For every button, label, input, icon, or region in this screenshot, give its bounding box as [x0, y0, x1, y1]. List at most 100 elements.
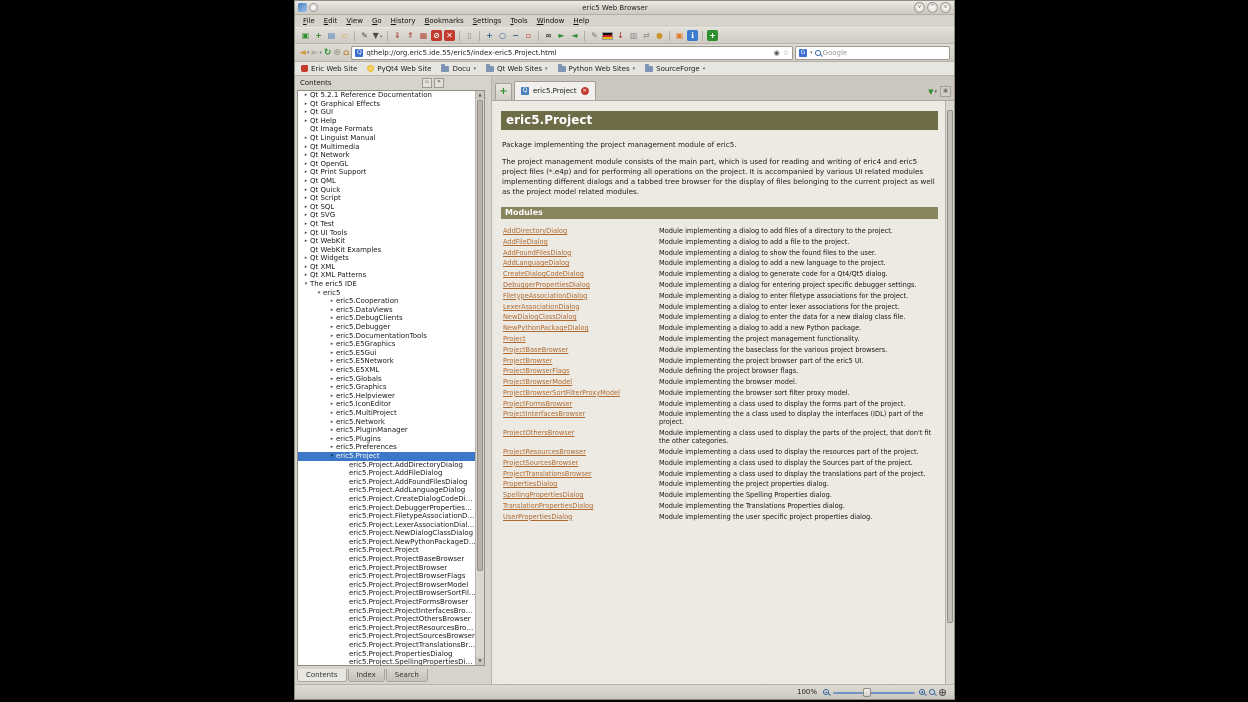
home-button[interactable]: ⌂	[343, 48, 349, 58]
tree-item[interactable]: eric5.Project.ProjectBaseBrowser	[298, 555, 476, 564]
tree-item[interactable]: ▸eric5.MultiProject	[298, 409, 476, 418]
tree-item[interactable]: ▸eric5.Graphics	[298, 383, 476, 392]
module-link-projectbrowserflags[interactable]: ProjectBrowserFlags	[503, 367, 659, 375]
print-icon[interactable]: ▦	[418, 30, 429, 41]
tree-item[interactable]: ▸Qt Script	[298, 194, 476, 203]
module-link-addlanguagedialog[interactable]: AddLanguageDialog	[503, 259, 659, 267]
maximize-button[interactable]: ^	[927, 2, 938, 13]
tree-item[interactable]: eric5.Project.PropertiesDialog	[298, 650, 476, 659]
tree-item[interactable]: ▸eric5.Debugger	[298, 323, 476, 332]
expand-icon[interactable]: ▸	[302, 229, 310, 238]
bookmark-eric-web-site[interactable]: Eric Web Site	[301, 65, 357, 73]
tree-item[interactable]: Qt WebKit Examples	[298, 246, 476, 255]
zoom-reset-icon[interactable]	[929, 689, 935, 695]
tree-item[interactable]: eric5.Project.SpellingPropertiesDialog	[298, 658, 476, 666]
expand-icon[interactable]: ▸	[328, 357, 336, 366]
module-link-lexerassociationdialog[interactable]: LexerAssociationDialog	[503, 303, 659, 311]
expand-icon[interactable]: ▸	[302, 108, 310, 117]
tree-item[interactable]: ▸Qt Widgets	[298, 254, 476, 263]
module-link-filetypeassociationdialog[interactable]: FiletypeAssociationDialog	[503, 292, 659, 300]
zoom-slider[interactable]	[833, 688, 915, 697]
fullscreen-icon[interactable]	[939, 689, 946, 696]
expand-icon[interactable]: ▸	[328, 366, 336, 375]
tree-item[interactable]: ▸Qt Graphical Effects	[298, 100, 476, 109]
window-menu-icon[interactable]	[309, 3, 318, 12]
module-link-projectbrowsersortfilterproxymodel[interactable]: ProjectBrowserSortFilterProxyModel	[503, 389, 659, 397]
expand-icon[interactable]: ▸	[328, 332, 336, 341]
search-input[interactable]	[823, 49, 946, 57]
forward-button[interactable]: ► ▾	[311, 48, 321, 58]
new-tab-icon[interactable]: +	[313, 30, 324, 41]
chevron-down-icon[interactable]: ▾	[307, 50, 310, 56]
expand-icon[interactable]: ▸	[302, 134, 310, 143]
url-input[interactable]	[366, 49, 770, 57]
zoom-in-icon[interactable]: +	[484, 30, 495, 41]
tree-item[interactable]: eric5.Project.Project	[298, 546, 476, 555]
module-link-userpropertiesdialog[interactable]: UserPropertiesDialog	[503, 513, 659, 521]
zoom-out-icon[interactable]: −	[510, 30, 521, 41]
tree-item[interactable]: ▸Qt Print Support	[298, 168, 476, 177]
scroll-down-icon[interactable]: ▼	[476, 657, 484, 665]
stop-button[interactable]: ⊗	[333, 48, 341, 58]
tree-scrollbar-thumb[interactable]	[477, 100, 483, 571]
tree-item[interactable]: ▸Qt SVG	[298, 211, 476, 220]
adblock-icon[interactable]: +	[707, 30, 718, 41]
tree-item[interactable]: eric5.Project.ProjectTranslationsBrowser	[298, 641, 476, 650]
minimize-button[interactable]: v	[914, 2, 925, 13]
menu-item-tools[interactable]: Tools	[506, 16, 531, 26]
chevron-down-icon[interactable]: ▾	[810, 50, 813, 56]
bookmark-star-icon[interactable]: ☆	[783, 49, 789, 57]
expand-icon[interactable]: ▸	[302, 271, 310, 280]
tree-item[interactable]: ▸eric5.DebugClients	[298, 314, 476, 323]
tree-item[interactable]: ▸Qt UI Tools	[298, 229, 476, 238]
menu-item-history[interactable]: History	[387, 16, 420, 26]
expand-icon[interactable]: ▸	[302, 194, 310, 203]
bookmark-docu[interactable]: Docu▾	[441, 65, 475, 73]
tree-item[interactable]: ▸eric5.PluginManager	[298, 426, 476, 435]
page-scrollbar-thumb[interactable]	[947, 110, 953, 623]
zoom-slider-handle[interactable]	[863, 688, 871, 697]
tree-item[interactable]: ▸eric5.Cooperation	[298, 297, 476, 306]
tree-item[interactable]: Qt Image Formats	[298, 125, 476, 134]
page-scrollbar[interactable]	[945, 101, 954, 684]
module-link-translationpropertiesdialog[interactable]: TranslationPropertiesDialog	[503, 502, 659, 510]
tree-item[interactable]: eric5.Project.ProjectResourcesBrowser	[298, 624, 476, 633]
collapse-icon[interactable]: ▾	[328, 452, 336, 461]
tree-scrollbar[interactable]: ▲ ▼	[475, 91, 484, 665]
language-icon[interactable]	[602, 32, 613, 40]
tree-item[interactable]: eric5.Project.ProjectBrowserFlags	[298, 572, 476, 581]
tree-item[interactable]: eric5.Project.ProjectFormsBrowser	[298, 598, 476, 607]
expand-icon[interactable]: ▸	[328, 375, 336, 384]
tree-item[interactable]: eric5.Project.NewDialogClassDialog	[298, 529, 476, 538]
expand-icon[interactable]: ▸	[302, 168, 310, 177]
expand-icon[interactable]: ▸	[302, 160, 310, 169]
expand-icon[interactable]: ▸	[328, 349, 336, 358]
expand-icon[interactable]: ▸	[302, 263, 310, 272]
find-icon[interactable]: ∞	[543, 30, 554, 41]
close-button[interactable]: x	[940, 2, 951, 13]
tree-item[interactable]: ▸Qt Multimedia	[298, 143, 476, 152]
bookmark-qt-web-sites[interactable]: Qt Web Sites▾	[486, 65, 548, 73]
closed-tabs-icon[interactable]: ▣	[940, 86, 951, 97]
tree-item[interactable]: eric5.Project.LexerAssociationDialog	[298, 521, 476, 530]
module-link-newdialogclassdialog[interactable]: NewDialogClassDialog	[503, 313, 659, 321]
expand-icon[interactable]: ▸	[302, 237, 310, 246]
close-panel-icon[interactable]: ✕	[434, 78, 444, 88]
sidebar-tab-contents[interactable]: Contents	[297, 669, 347, 682]
tree-item[interactable]: ▸Qt XML	[298, 263, 476, 272]
tree-item[interactable]: eric5.Project.ProjectBrowser	[298, 564, 476, 573]
expand-icon[interactable]: ▸	[328, 314, 336, 323]
zoom-reset-icon[interactable]: ○	[497, 30, 508, 41]
tree-item[interactable]: eric5.Project.AddFileDialog	[298, 469, 476, 478]
tree-item[interactable]: ▸Qt XML Patterns	[298, 271, 476, 280]
search-field[interactable]: G ▾	[795, 46, 950, 60]
open-file-icon[interactable]: ▤	[326, 30, 337, 41]
expand-icon[interactable]: ▸	[328, 443, 336, 452]
url-field[interactable]: Q ◉ ☆	[351, 46, 793, 60]
expand-icon[interactable]: ▸	[302, 151, 310, 160]
menu-item-go[interactable]: Go	[368, 16, 386, 26]
bookmark-python-web-sites[interactable]: Python Web Sites▾	[558, 65, 636, 73]
find-next-icon[interactable]: ►	[556, 30, 567, 41]
tree-item[interactable]: ▸eric5.Preferences	[298, 443, 476, 452]
tree-item[interactable]: ▸eric5.DataViews	[298, 306, 476, 315]
